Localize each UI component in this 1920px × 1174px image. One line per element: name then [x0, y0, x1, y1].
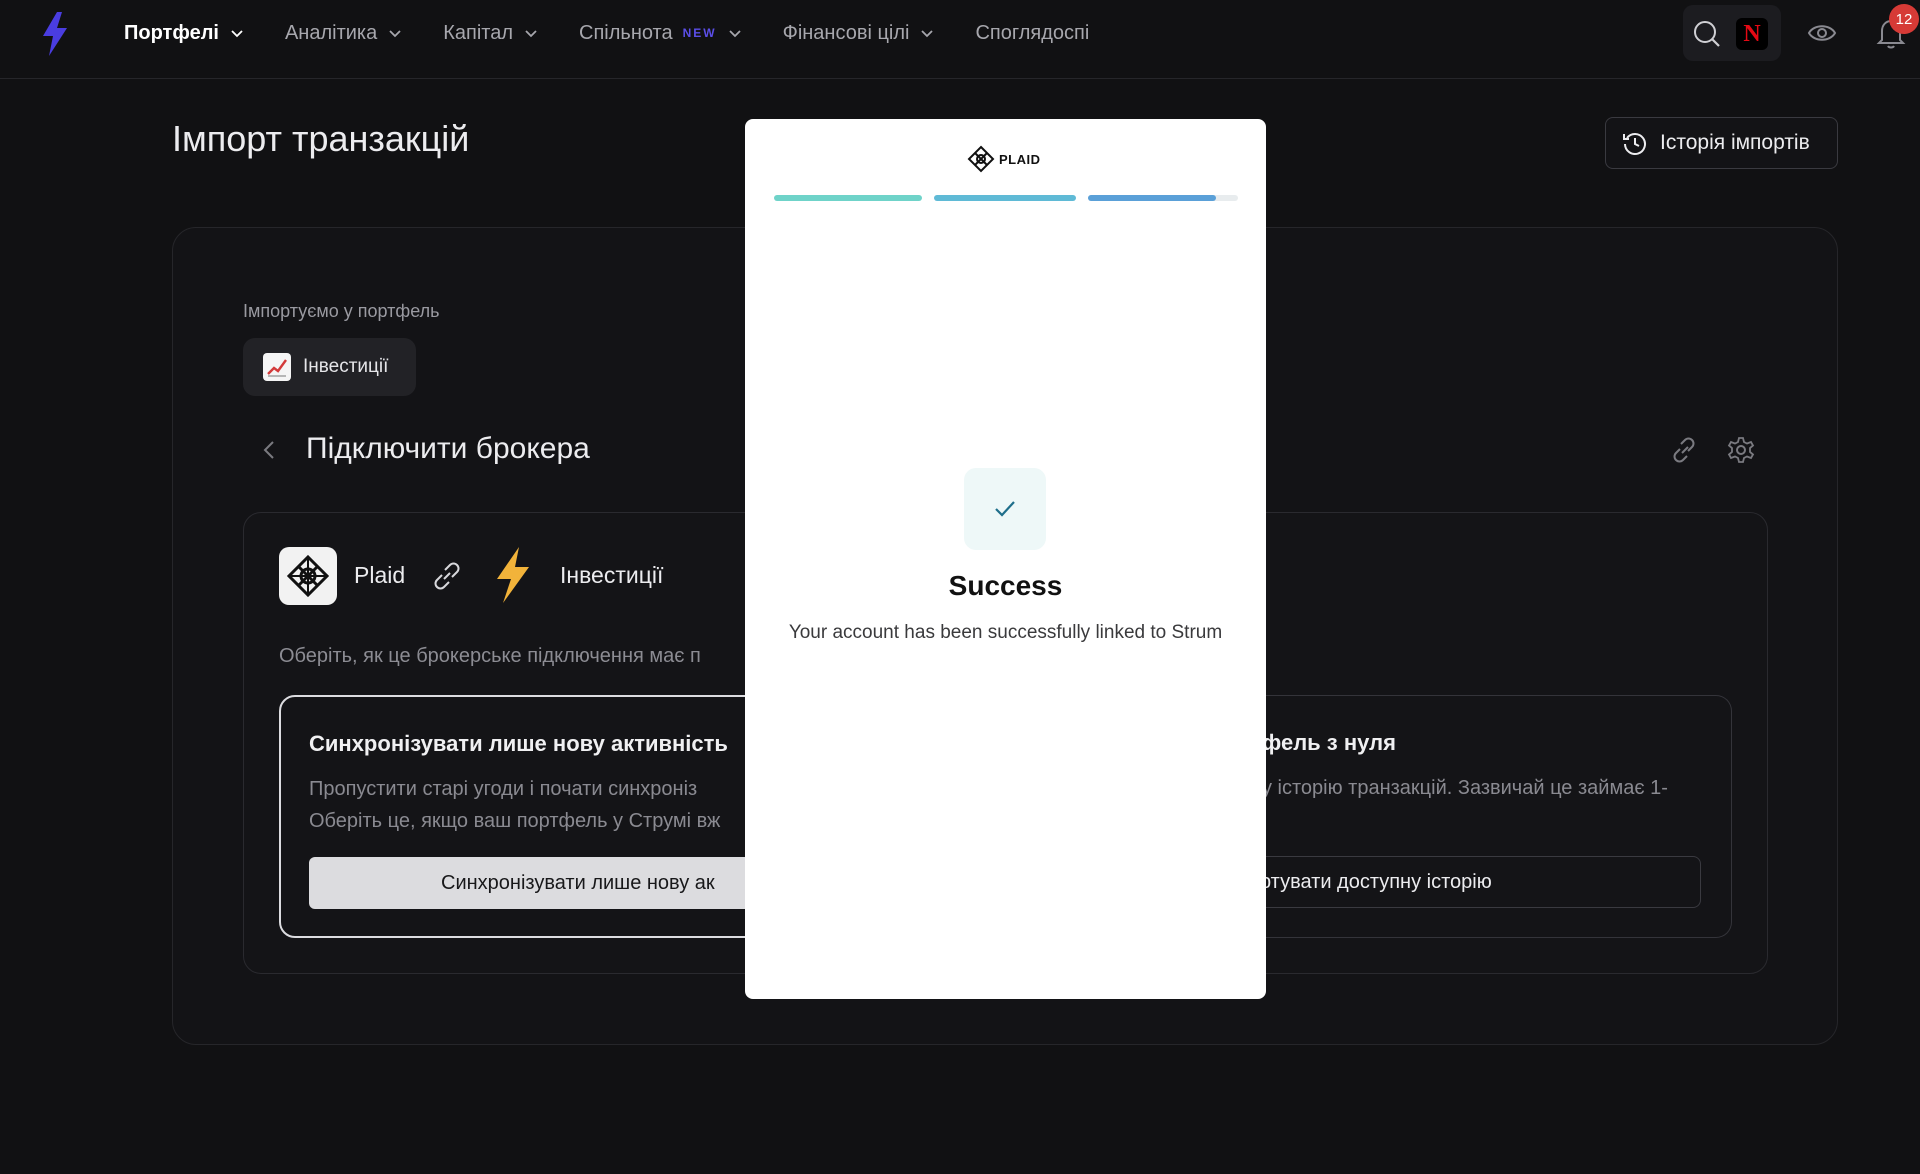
plaid-logo-icon — [279, 547, 337, 605]
nav-item-observation[interactable]: Споглядоспі — [975, 22, 1104, 45]
nav-item-label: Споглядоспі — [975, 21, 1090, 44]
success-message: Your account has been successfully linke… — [788, 622, 1223, 643]
nav-item-label: Спільнота — [579, 21, 673, 44]
option-description: Пропустити старі угоди і почати синхроні… — [309, 773, 769, 837]
import-history-option-button[interactable]: ртувати доступну історію — [1200, 856, 1701, 908]
success-check-icon — [964, 468, 1046, 550]
option-title: Синхронізувати лише нову активність — [309, 731, 728, 756]
chevron-down-icon — [231, 30, 243, 38]
import-history-button[interactable]: Історія імпортів — [1605, 117, 1838, 169]
chevron-down-icon — [728, 30, 741, 38]
choose-sync-mode-text: Оберіть, як це брокерське підключення ма… — [279, 645, 701, 667]
nav-item-community[interactable]: Спільнота NEW — [579, 22, 743, 45]
nav-item-label: Аналітика — [284, 21, 378, 44]
progress-segment — [934, 195, 1076, 201]
import-history-label: Історія імпортів — [1660, 131, 1810, 154]
import-target-label: Імпортуємо у портфель — [243, 301, 440, 321]
nav-item-label: Фінансові цілі — [782, 21, 910, 44]
back-chevron-icon[interactable] — [258, 436, 280, 464]
top-navigation-bar: Портфелі Аналітика Капітал Спільнота NEW… — [0, 0, 1920, 79]
gear-icon[interactable] — [1727, 436, 1755, 464]
success-title: Success — [948, 570, 1063, 601]
netflix-glyph: N — [1743, 20, 1761, 47]
option-description-line: Оберіть це, якщо ваш портфель у Струмі в… — [309, 810, 721, 832]
nav-item-capital[interactable]: Капітал — [443, 22, 539, 45]
section-title: Підключити брокера — [306, 432, 590, 465]
plaid-logo-icon — [967, 145, 995, 173]
history-icon — [1623, 133, 1646, 155]
nav-item-label: Капітал — [443, 21, 514, 44]
search-icon[interactable] — [1692, 19, 1722, 49]
nav-item-portfolios[interactable]: Портфелі — [124, 22, 245, 45]
link-icon[interactable] — [1671, 436, 1697, 464]
chevron-down-icon — [389, 30, 401, 38]
option-import-from-scratch[interactable]: фель з нуля у історію транзакцій. Зазвич… — [1200, 695, 1732, 938]
progress-segment — [774, 195, 922, 201]
option-title: фель з нуля — [1262, 730, 1396, 755]
chart-increasing-icon — [263, 353, 291, 381]
link-icon — [434, 562, 460, 590]
eye-icon[interactable] — [1807, 19, 1837, 47]
strum-logo-icon[interactable] — [40, 12, 70, 56]
nav-item-analytics[interactable]: Аналітика — [285, 22, 403, 45]
target-portfolio-name: Інвестиції — [560, 562, 664, 588]
search-box[interactable]: N — [1683, 5, 1781, 61]
new-badge: NEW — [682, 26, 717, 40]
progress-segment — [1088, 195, 1216, 201]
option-description-line: Пропустити старі угоди і почати синхроні… — [309, 778, 698, 800]
portfolio-name: Інвестиції — [303, 356, 389, 377]
plaid-brand: PLAID — [967, 145, 1041, 173]
portfolio-chip[interactable]: Інвестиції — [243, 338, 416, 396]
lightning-bolt-icon — [497, 547, 529, 603]
nav-item-label: Портфелі — [124, 21, 219, 44]
provider-name: Plaid — [354, 562, 406, 588]
sync-new-activity-button[interactable]: Синхронізувати лише нову ак — [309, 857, 789, 909]
notification-count-badge: 12 — [1889, 4, 1919, 34]
option-sync-new-activity[interactable]: Синхронізувати лише нову активність Проп… — [279, 695, 789, 938]
chevron-down-icon — [921, 30, 934, 38]
plaid-link-modal: PLAID Success Your account has been succ… — [745, 119, 1266, 999]
plaid-wordmark: PLAID — [999, 151, 1041, 167]
chevron-down-icon — [525, 30, 537, 38]
main-nav: Портфелі Аналітика Капітал Спільнота NEW… — [124, 0, 1104, 66]
page-title: Імпорт транзакцій — [172, 118, 470, 159]
option-description: у історію транзакцій. Зазвичай це займає… — [1262, 777, 1668, 799]
netflix-icon[interactable]: N — [1736, 18, 1768, 50]
nav-item-financial-goals[interactable]: Фінансові цілі — [783, 22, 936, 45]
